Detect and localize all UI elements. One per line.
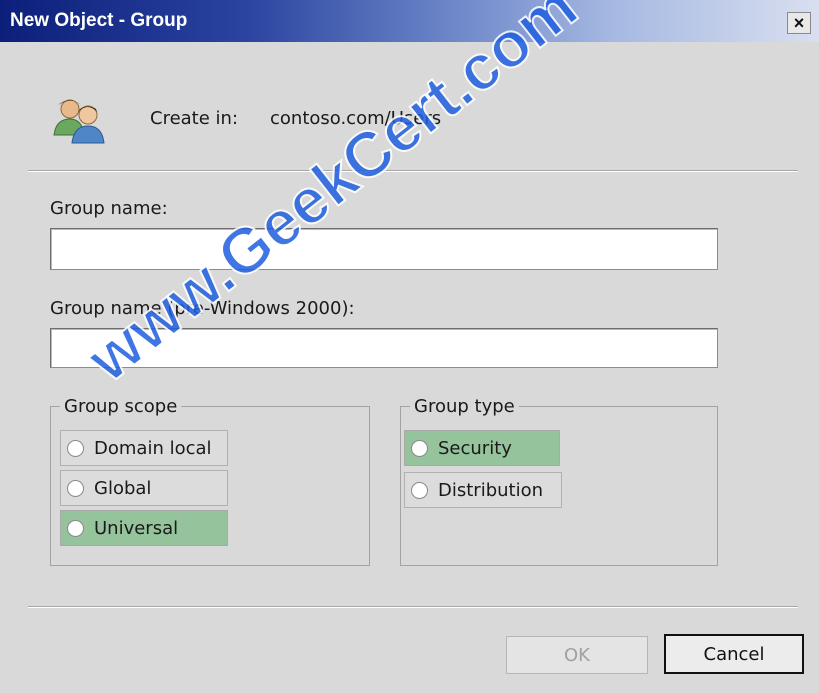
type-distribution-label: Distribution xyxy=(438,479,544,501)
pre2000-label: Group name (pre-Windows 2000): xyxy=(50,298,355,319)
title-bar[interactable]: New Object - Group × xyxy=(0,0,819,42)
group-type-legend: Group type xyxy=(410,396,519,417)
scope-universal-radio[interactable]: Universal xyxy=(60,510,228,546)
group-name-input[interactable] xyxy=(50,228,718,270)
header-divider xyxy=(28,170,798,172)
scope-global-label: Global xyxy=(94,477,152,499)
create-in-value: contoso.com/Users xyxy=(270,108,442,129)
group-name-label: Group name: xyxy=(50,198,168,219)
type-security-radio[interactable]: Security xyxy=(404,430,560,466)
radio-unchecked-icon xyxy=(411,439,428,457)
footer-divider xyxy=(28,606,798,608)
cancel-button-label: Cancel xyxy=(703,643,765,665)
scope-global-radio[interactable]: Global xyxy=(60,470,228,506)
close-icon: × xyxy=(793,13,805,33)
radio-unchecked-icon xyxy=(67,479,84,497)
ok-button[interactable]: OK xyxy=(506,636,648,674)
close-button[interactable]: × xyxy=(787,12,811,34)
type-distribution-radio[interactable]: Distribution xyxy=(404,472,562,508)
radio-unchecked-icon xyxy=(67,519,84,537)
pre2000-input[interactable] xyxy=(50,328,718,368)
scope-domain-local-label: Domain local xyxy=(94,437,212,459)
scope-domain-local-radio[interactable]: Domain local xyxy=(60,430,228,466)
users-group-icon xyxy=(53,99,105,144)
type-security-label: Security xyxy=(438,437,512,459)
cancel-button[interactable]: Cancel xyxy=(664,634,804,674)
window-title: New Object - Group xyxy=(10,10,188,31)
create-in-label: Create in: xyxy=(150,108,239,129)
radio-unchecked-icon xyxy=(411,481,428,499)
group-scope-legend: Group scope xyxy=(60,396,182,417)
scope-universal-label: Universal xyxy=(94,517,179,539)
ok-button-label: OK xyxy=(564,644,590,666)
radio-unchecked-icon xyxy=(67,439,84,457)
